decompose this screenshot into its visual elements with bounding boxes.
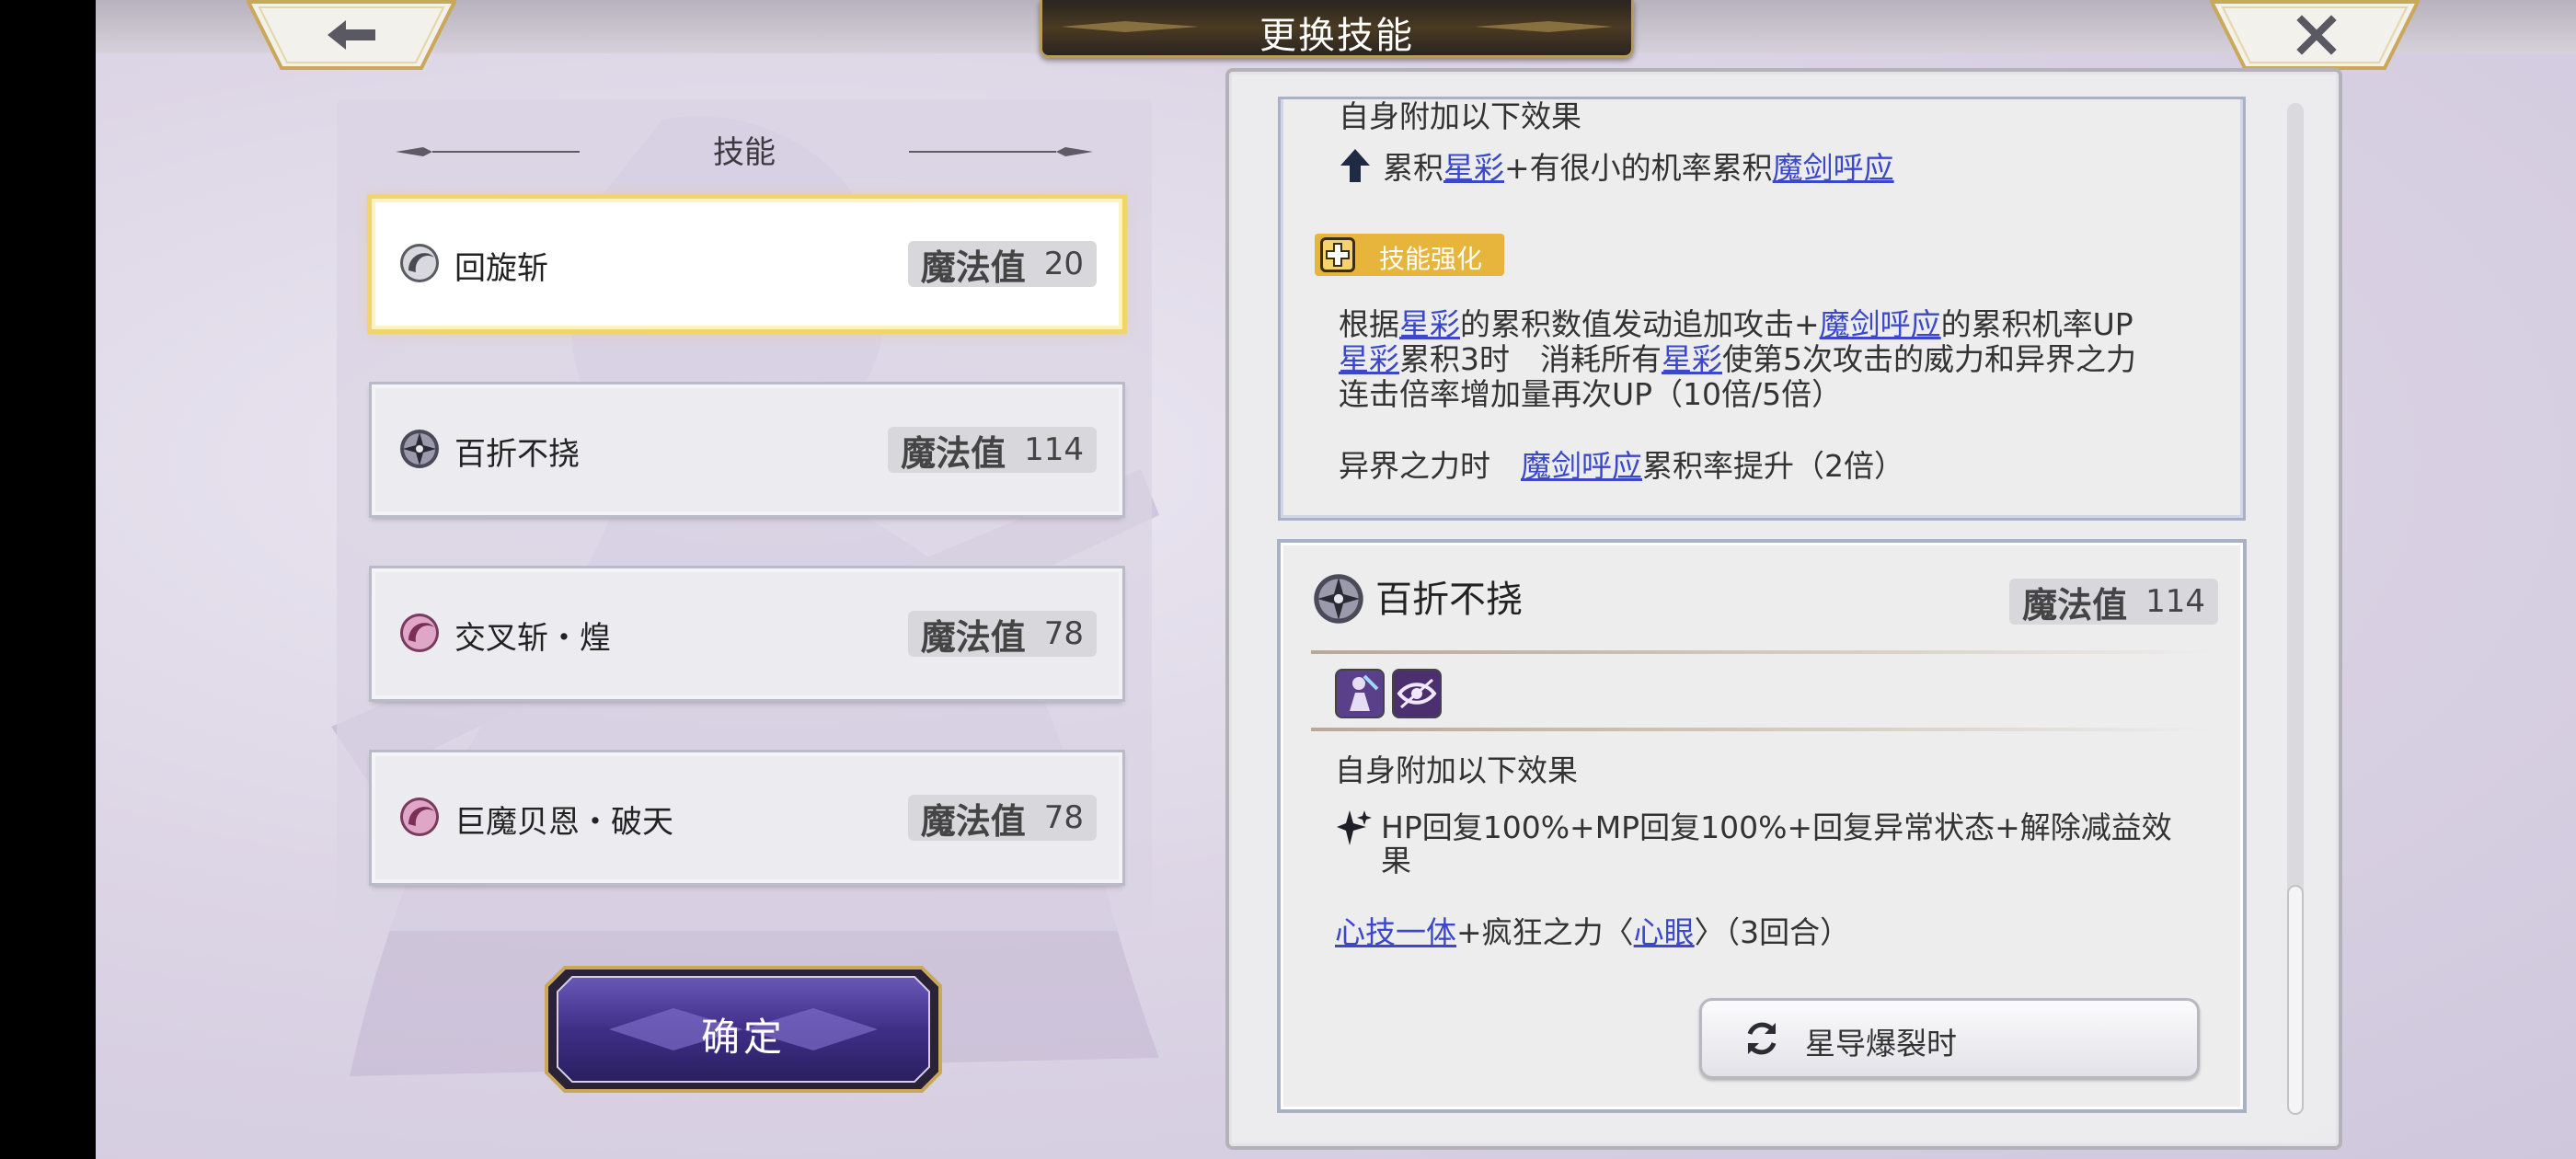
- figure-buff-icon[interactable]: [1335, 669, 1385, 718]
- self-effect-text: 自身附加以下效果: [1339, 99, 1581, 134]
- skill-card-spin-slash[interactable]: 回旋斩 魔法值 20: [372, 199, 1122, 329]
- mp-label: 魔法值: [920, 800, 1026, 842]
- detail-scrollbar-thumb[interactable]: [2287, 885, 2304, 1115]
- divider: [1311, 728, 2213, 731]
- mp-cost: 魔法值 78: [907, 795, 1097, 842]
- mp-value: 114: [1024, 431, 1084, 468]
- star-color-link[interactable]: 星彩: [1339, 341, 1399, 377]
- star-burst-trigger-button[interactable]: 星导爆裂时: [1699, 998, 2200, 1079]
- demon-sword-link[interactable]: 魔剑呼应: [1773, 150, 1894, 186]
- detail-skill-name: 百折不挠: [1375, 579, 1523, 621]
- arrow-up-icon: [1340, 149, 1370, 182]
- current-skill-detail: 自身附加以下效果 累积星彩+有很小的机率累积魔剑呼应 技能强化 根据星彩的累积数…: [1281, 99, 2243, 518]
- compass-star-icon: [400, 430, 439, 468]
- enhance-desc-line-1: 根据星彩的累积数值发动追加攻击+魔剑呼应的累积机率UP: [1339, 306, 2133, 342]
- mp-cost: 魔法值 114: [888, 427, 1097, 474]
- effect-line-2: 果: [1381, 843, 1411, 878]
- demon-sword-link[interactable]: 魔剑呼应: [1820, 306, 1941, 342]
- close-icon: [2296, 15, 2337, 55]
- close-button[interactable]: [2210, 0, 2420, 70]
- crescent-slash-icon: [400, 244, 439, 282]
- accumulate-line: 累积星彩+有很小的机率累积魔剑呼应: [1383, 150, 1894, 186]
- mp-cost: 魔法值 78: [907, 611, 1097, 658]
- skill-card-troll-bane[interactable]: 巨魔贝恩・破天 魔法值 78: [372, 752, 1122, 883]
- mp-value: 78: [1043, 615, 1084, 652]
- skill-card-cross-slash[interactable]: 交叉斩・煌 魔法值 78: [372, 568, 1122, 699]
- crimson-slash-icon: [400, 798, 439, 836]
- back-button[interactable]: [247, 0, 456, 70]
- star-color-link[interactable]: 星彩: [1662, 341, 1722, 377]
- eye-buff-icon[interactable]: [1392, 669, 1442, 718]
- skill-name: 回旋斩: [454, 250, 548, 287]
- candidate-skill-detail: 百折不挠 魔法值 114 自身附加以下效果 HP回复100%+MP回复100%+…: [1281, 543, 2243, 1109]
- screen-edge-bar: [0, 0, 96, 1159]
- mind-eye-link[interactable]: 心眼: [1634, 914, 1695, 950]
- crimson-slash-icon: [400, 614, 439, 652]
- skill-card-unyielding[interactable]: 百折不挠 魔法值 114: [372, 384, 1122, 515]
- skill-name: 百折不挠: [454, 436, 580, 473]
- trigger-label: 星导爆裂时: [1805, 1026, 1957, 1061]
- mp-cost: 魔法值 20: [907, 241, 1097, 288]
- skill-list-panel: 技能 回旋斩 魔法值 20 百折不挠 魔法值 114 交叉斩・煌 魔法值 78 …: [337, 99, 1152, 931]
- enhance-desc-line-2: 星彩累积3时 消耗所有星彩使第5次攻击的威力和异界之力: [1339, 341, 2136, 377]
- compass-star-icon: [1314, 574, 1363, 624]
- game-screen: 更换技能 技能 回旋斩 魔法值 20 百折不挠 魔法值 114 交叉斩・煌 魔法…: [0, 0, 2576, 1159]
- mp-value: 78: [1043, 799, 1084, 836]
- confirm-button[interactable]: 确定: [545, 966, 942, 1093]
- skill-name: 巨魔贝恩・破天: [454, 804, 673, 841]
- enhance-desc-line-3: 连击倍率增加量再次UP（10倍/5倍）: [1339, 376, 1843, 412]
- self-effect-text: 自身附加以下效果: [1335, 752, 1578, 788]
- mp-label: 魔法值: [901, 432, 1006, 474]
- sparkle-icon: [1337, 810, 1372, 845]
- otherworld-line: 异界之力时 魔剑呼应累积率提升（2倍）: [1339, 448, 1904, 484]
- effect-line-1: HP回复100%+MP回复100%+回复异常状态+解除减益效: [1381, 809, 2172, 845]
- confirm-label: 确定: [700, 1015, 786, 1060]
- demon-sword-link[interactable]: 魔剑呼应: [1521, 448, 1642, 484]
- star-color-link[interactable]: 星彩: [1399, 306, 1460, 342]
- buff-line: 心技一体+疯狂之力〈心眼〉（3回合）: [1335, 914, 1851, 950]
- mp-label: 魔法值: [2022, 584, 2128, 625]
- mind-skill-link[interactable]: 心技一体: [1335, 914, 1456, 950]
- mp-value: 114: [2145, 583, 2205, 620]
- star-color-link[interactable]: 星彩: [1443, 150, 1504, 186]
- mp-label: 魔法值: [920, 616, 1026, 658]
- mp-label: 魔法值: [920, 247, 1026, 288]
- title-plate: 更换技能: [1040, 0, 1634, 58]
- page-title: 更换技能: [1259, 15, 1414, 57]
- divider: [1311, 650, 2213, 654]
- heading-ornament-right: [909, 147, 1093, 156]
- refresh-icon: [1747, 1022, 1777, 1055]
- plus-icon: [1320, 237, 1355, 272]
- mp-cost: 魔法值 114: [2009, 579, 2218, 625]
- skill-name: 交叉斩・煌: [454, 620, 611, 657]
- mp-value: 20: [1043, 246, 1084, 282]
- skill-enhance-badge: 技能强化: [1315, 234, 1504, 276]
- arrow-left-icon: [328, 20, 375, 50]
